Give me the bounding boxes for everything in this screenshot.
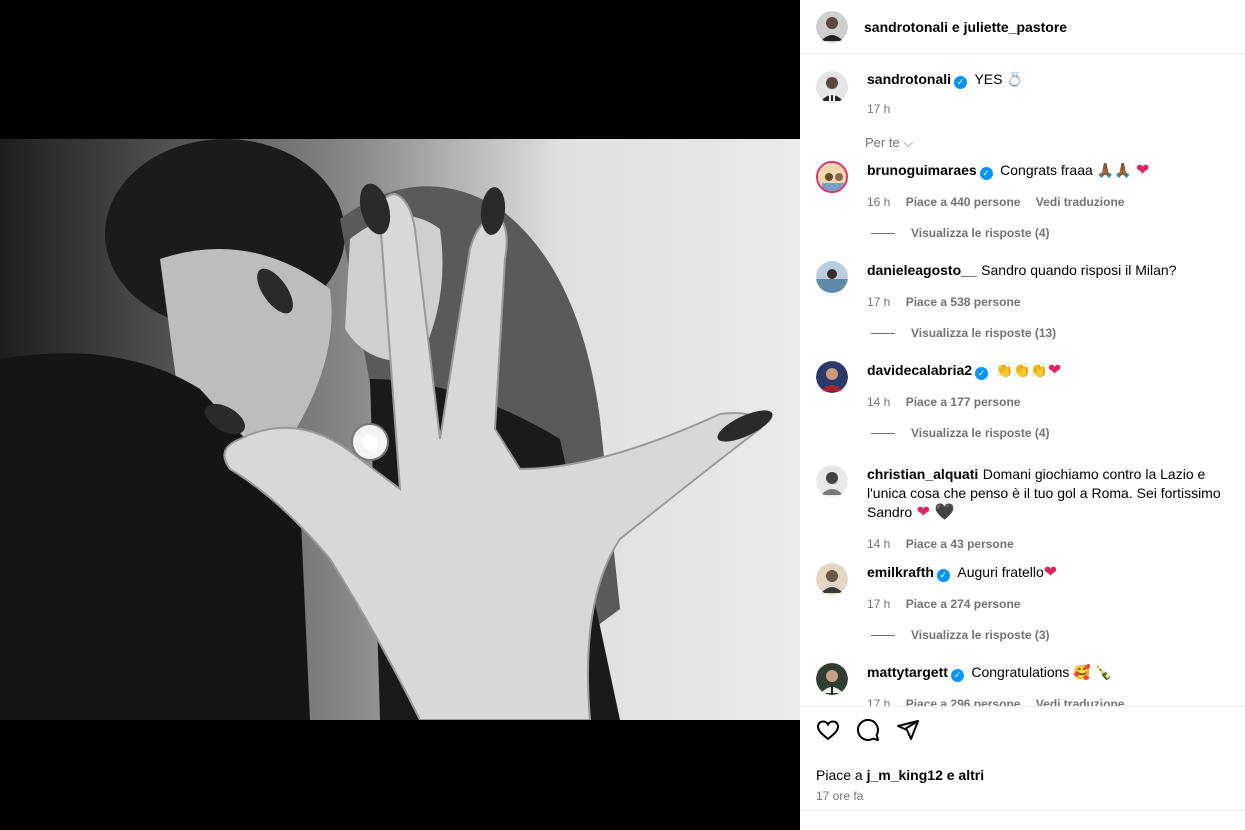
- heart-emoji: ❤: [1047, 362, 1062, 379]
- comment-text: Auguri fratello: [957, 564, 1044, 580]
- comment-likes[interactable]: Piace a 43 persone: [906, 537, 1014, 551]
- avatar[interactable]: [816, 563, 848, 595]
- view-replies-label: Visualizza le risposte (13): [911, 326, 1057, 340]
- comment-likes[interactable]: Piace a 440 persone: [906, 195, 1021, 209]
- comment-username[interactable]: mattytargett: [867, 664, 948, 680]
- caption: sandrotonali ✓ YES 💍 17 h: [816, 71, 1024, 116]
- likes-suffix[interactable]: e altri: [947, 767, 984, 783]
- avatar[interactable]: [816, 71, 848, 103]
- comment-username[interactable]: brunoguimaraes: [867, 162, 977, 178]
- view-replies[interactable]: Visualizza le risposte (4): [871, 226, 1050, 240]
- comment-time: 17 h: [867, 295, 891, 309]
- sort-label: Per te: [865, 135, 900, 150]
- comment-likes[interactable]: Piace a 274 persone: [906, 597, 1021, 611]
- comments-scroll[interactable]: sandrotonali ✓ YES 💍 17 h Per te ⌵ brunog…: [800, 55, 1245, 706]
- comment: davidecalabria2 ✓ 👏👏👏❤ 14 h Piace a 177 p…: [816, 361, 1236, 411]
- heart-emoji: ❤: [916, 504, 931, 521]
- likes-prefix: Piace a: [816, 767, 863, 783]
- caption-time: 17 h: [867, 102, 891, 116]
- view-replies[interactable]: Visualizza le risposte (3): [871, 628, 1050, 642]
- black-heart-emoji: 🖤: [934, 504, 955, 521]
- avatar[interactable]: [816, 261, 848, 293]
- post-photo-art: [0, 139, 800, 720]
- comment-time: 17 h: [867, 597, 891, 611]
- comment-time: 14 h: [867, 395, 891, 409]
- comment-likes[interactable]: Piace a 177 persone: [906, 395, 1021, 409]
- post-panel: sandrotonali e juliette_pastore sandroto…: [800, 0, 1245, 830]
- view-replies-label: Visualizza le risposte (4): [911, 426, 1050, 440]
- translate-link[interactable]: Vedi traduzione: [1036, 697, 1125, 706]
- heart-emoji: ❤: [1043, 564, 1058, 581]
- post-author-title[interactable]: sandrotonali e juliette_pastore: [864, 19, 1067, 35]
- verified-badge-icon: ✓: [950, 669, 964, 682]
- verified-badge-icon: ✓: [979, 167, 993, 180]
- avatar[interactable]: [816, 663, 848, 695]
- comment-likes[interactable]: Piace a 538 persone: [906, 295, 1021, 309]
- comment-username[interactable]: emilkrafth: [867, 564, 934, 580]
- comment-likes[interactable]: Piace a 296 persone: [906, 697, 1021, 706]
- view-replies[interactable]: Visualizza le risposte (4): [871, 426, 1050, 440]
- post-photo[interactable]: [0, 139, 800, 720]
- post-age: 17 ore fa: [816, 789, 864, 803]
- view-replies[interactable]: Visualizza le risposte (13): [871, 326, 1056, 340]
- verified-badge-icon: ✓: [975, 367, 989, 380]
- media-pane: [0, 0, 800, 830]
- comment-text: Congrats fraaa 🙏🏾🙏🏾: [1000, 162, 1132, 178]
- divider: [800, 810, 1245, 811]
- sort-selector[interactable]: Per te ⌵: [865, 135, 913, 151]
- likes-user[interactable]: j_m_king12: [867, 767, 943, 783]
- divider: [871, 634, 895, 636]
- caption-username[interactable]: sandrotonali: [867, 71, 951, 87]
- view-replies-label: Visualizza le risposte (4): [911, 226, 1050, 240]
- comment-text: Congratulations 🥰 🍾: [971, 664, 1113, 680]
- comment-icon[interactable]: [856, 718, 880, 742]
- comment-username[interactable]: danieleagosto__: [867, 262, 977, 278]
- verified-badge-icon: ✓: [954, 76, 968, 89]
- likes-summary[interactable]: Piace a j_m_king12 e altri: [816, 767, 1229, 783]
- post-header: sandrotonali e juliette_pastore: [800, 0, 1245, 54]
- verified-badge-icon: ✓: [936, 569, 950, 582]
- avatar[interactable]: [816, 361, 848, 393]
- comment: emilkrafth ✓ Auguri fratello❤ 17 h Piace …: [816, 563, 1236, 613]
- comment: mattytargett ✓ Congratulations 🥰 🍾 17 h P…: [816, 663, 1236, 706]
- heart-icon[interactable]: [816, 718, 840, 742]
- post-actions: Piace a j_m_king12 e altri 17 ore fa: [800, 706, 1245, 813]
- comment-text: 👏👏👏: [995, 362, 1048, 378]
- caption-text: YES 💍: [974, 71, 1024, 87]
- divider: [871, 232, 895, 234]
- translate-link[interactable]: Vedi traduzione: [1036, 195, 1125, 209]
- avatar[interactable]: [816, 10, 848, 43]
- comment-time: 16 h: [867, 195, 891, 209]
- comment-time: 17 h: [867, 697, 891, 706]
- heart-emoji: ❤: [1135, 162, 1150, 179]
- comment: christian_alquati Domani giochiamo contr…: [816, 465, 1236, 553]
- comment-text: Sandro quando risposi il Milan?: [981, 262, 1177, 278]
- comment-username[interactable]: davidecalabria2: [867, 362, 972, 378]
- avatar[interactable]: [816, 161, 848, 193]
- view-replies-label: Visualizza le risposte (3): [911, 628, 1050, 642]
- chevron-down-icon: ⌵: [903, 135, 914, 150]
- divider: [871, 332, 895, 334]
- avatar[interactable]: [816, 465, 848, 497]
- comment: danieleagosto__ Sandro quando risposi il…: [816, 261, 1236, 311]
- share-icon[interactable]: [896, 718, 920, 742]
- comment: brunoguimaraes ✓ Congrats fraaa 🙏🏾🙏🏾 ❤ 16…: [816, 161, 1236, 211]
- comment-time: 14 h: [867, 537, 891, 551]
- comment-username[interactable]: christian_alquati: [867, 466, 978, 482]
- divider: [871, 432, 895, 434]
